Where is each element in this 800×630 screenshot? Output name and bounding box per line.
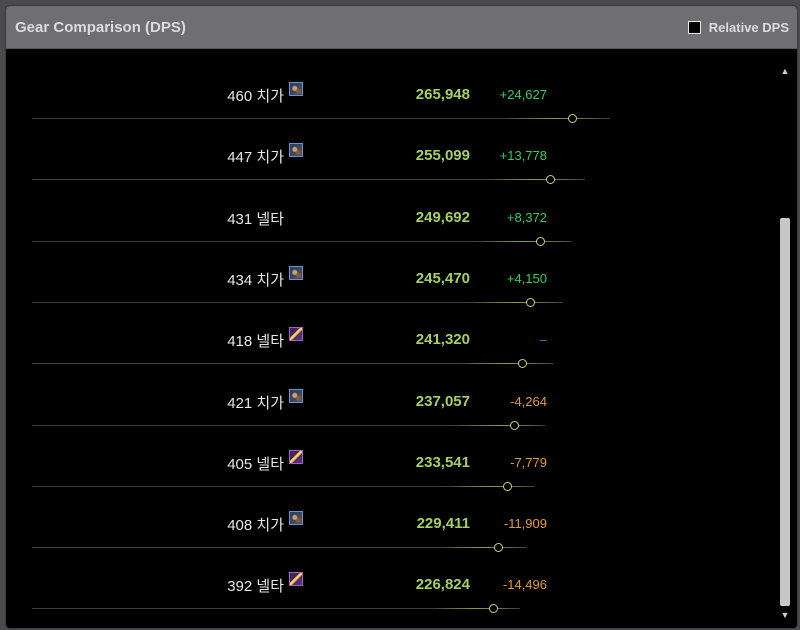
gear-label: 408 치가 bbox=[227, 517, 284, 535]
gear-row[interactable]: 460 치가 265,948 +24,627 bbox=[6, 47, 777, 123]
chain-weapon-icon bbox=[289, 143, 303, 158]
gear-label: 418 넬타 bbox=[227, 333, 284, 351]
dps-range-bar bbox=[434, 608, 520, 610]
dps-value: 237,057 bbox=[415, 392, 470, 410]
chain-weapon-icon bbox=[289, 388, 303, 403]
comparison-list: 460 치가 265,948 +24,627 447 치가 255,099 +13,778… bbox=[6, 49, 777, 628]
relative-dps-toggle[interactable]: Relative DPS bbox=[687, 20, 789, 35]
gear-label: 421 치가 bbox=[227, 394, 284, 412]
gear-row[interactable]: 434 치가 245,470 +4,150 bbox=[6, 231, 777, 307]
vertical-scrollbar[interactable]: ▲ ▼ bbox=[779, 65, 791, 621]
relative-dps-label: Relative DPS bbox=[708, 20, 789, 35]
scroll-down-icon[interactable]: ▼ bbox=[779, 609, 791, 621]
panel-title: Gear Comparison (DPS) bbox=[15, 19, 186, 36]
gear-row[interactable]: 418 넬타 241,320 – bbox=[6, 292, 777, 369]
dps-value: 245,470 bbox=[415, 269, 470, 287]
gear-label: 431 넬타 bbox=[227, 210, 284, 228]
golden-blade-icon bbox=[289, 327, 303, 342]
golden-blade-icon bbox=[289, 449, 303, 464]
gear-row[interactable]: 405 넬타 233,541 -7,779 bbox=[6, 415, 777, 491]
dps-delta: -11,909 bbox=[503, 516, 547, 532]
gear-row[interactable]: 447 치가 255,099 +13,778 bbox=[6, 108, 777, 185]
gear-label: 447 치가 bbox=[227, 149, 284, 167]
golden-blade-icon bbox=[289, 572, 303, 587]
dps-delta: +4,150 bbox=[506, 270, 547, 286]
gear-row[interactable]: 408 치가 229,411 -11,909 bbox=[6, 476, 777, 553]
gear-label: 392 넬타 bbox=[227, 578, 284, 596]
dps-delta: +8,372 bbox=[506, 209, 547, 225]
dps-delta: -4,264 bbox=[510, 393, 547, 409]
gear-label: 434 치가 bbox=[227, 271, 284, 289]
dps-value: 255,099 bbox=[415, 147, 470, 165]
dps-delta: -7,779 bbox=[510, 454, 547, 470]
dps-value: 265,948 bbox=[415, 86, 470, 103]
panel-header: Gear Comparison (DPS) Relative DPS bbox=[6, 6, 797, 49]
chain-weapon-icon bbox=[289, 511, 303, 526]
dps-delta: -14,496 bbox=[502, 577, 547, 593]
gear-label: 405 넬타 bbox=[227, 455, 284, 473]
dps-value: 229,411 bbox=[416, 515, 470, 533]
chain-weapon-icon bbox=[289, 265, 303, 280]
dps-delta: +13,778 bbox=[499, 148, 547, 164]
gear-label: 460 치가 bbox=[227, 88, 284, 105]
dps-value: 249,692 bbox=[415, 208, 470, 226]
chain-weapon-icon bbox=[289, 82, 303, 96]
dps-value: 226,824 bbox=[415, 576, 470, 594]
scroll-up-icon[interactable]: ▲ bbox=[779, 65, 791, 77]
dps-marker bbox=[489, 604, 498, 614]
scroll-thumb[interactable] bbox=[780, 218, 790, 606]
dps-delta: +24,627 bbox=[499, 87, 547, 102]
gear-row[interactable]: 421 치가 237,057 -4,264 bbox=[6, 354, 777, 430]
gear-row[interactable]: 392 넬타 226,824 -14,496 bbox=[6, 537, 777, 614]
gear-comparison-panel: Gear Comparison (DPS) Relative DPS 460 치… bbox=[6, 6, 797, 628]
dps-delta: – bbox=[539, 332, 547, 348]
relative-dps-checkbox[interactable] bbox=[687, 21, 701, 34]
gear-row[interactable]: 431 넬타 249,692 +8,372 bbox=[6, 170, 777, 246]
dps-value: 233,541 bbox=[415, 453, 470, 471]
dps-value: 241,320 bbox=[415, 331, 470, 349]
